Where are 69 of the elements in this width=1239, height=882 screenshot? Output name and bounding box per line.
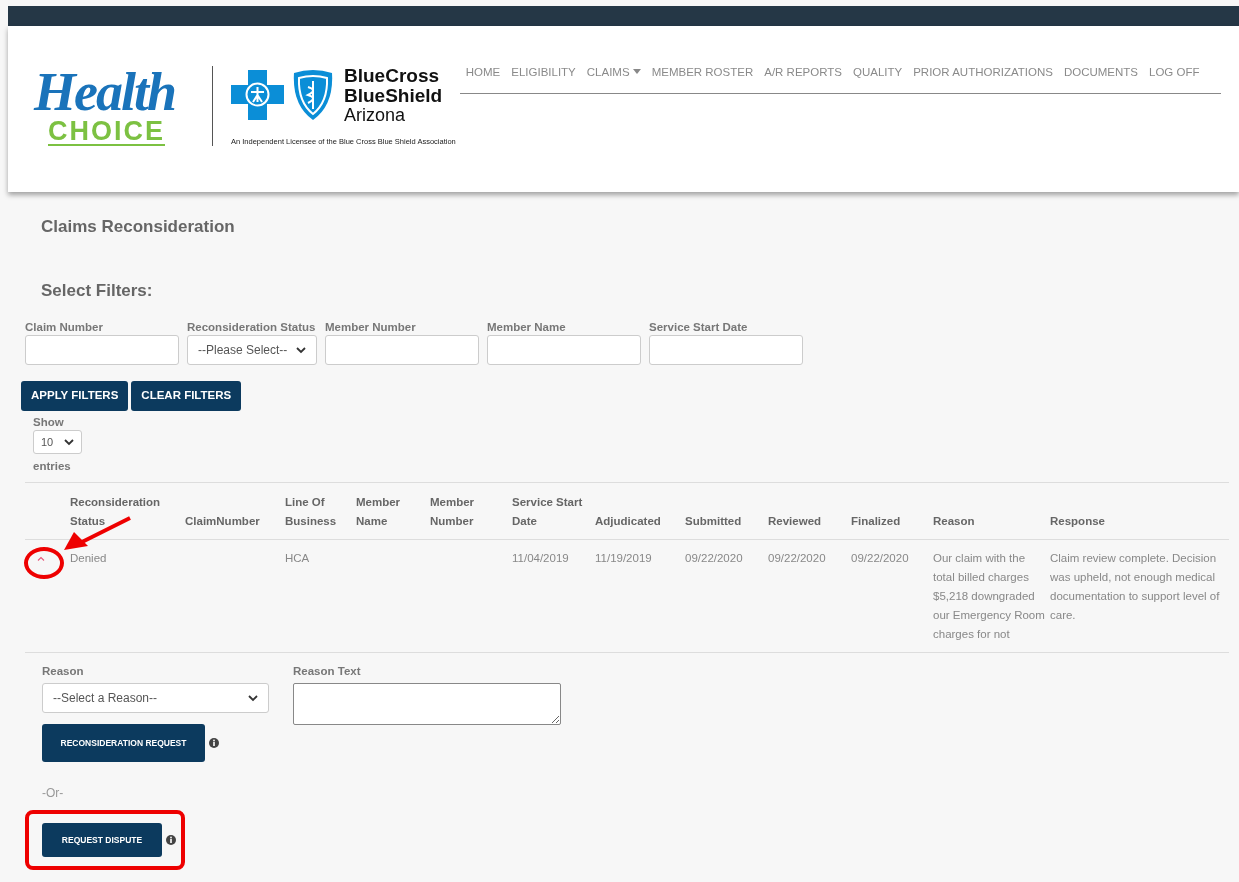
- nav-link[interactable]: LOG OFF: [1149, 64, 1200, 82]
- caret-icon: [248, 694, 258, 702]
- page-title: Claims Reconsideration: [41, 216, 236, 238]
- caret-icon: [296, 346, 306, 354]
- caret-icon: [64, 438, 74, 446]
- reconsideration-request-button[interactable]: RECONSIDERATION REQUEST: [42, 724, 205, 762]
- shield-icon: [292, 69, 334, 121]
- filter-button[interactable]: APPLY FILTERS: [21, 381, 129, 411]
- table-cell: Claim review complete. Decision was upheld, not enough medical documentation to support level of care.: [1050, 539, 1229, 653]
- column-header[interactable]: Reconsideration Status: [70, 482, 185, 540]
- nav-link[interactable]: DOCUMENTS: [1063, 64, 1139, 82]
- column-header[interactable]: Line Of Business: [285, 482, 356, 540]
- column-header[interactable]: Response: [1050, 482, 1229, 540]
- column-header[interactable]: ClaimNumber: [185, 482, 285, 540]
- table-cell: 09/22/2020: [685, 539, 768, 653]
- nav-link[interactable]: A/R REPORTS: [764, 64, 842, 82]
- column-header[interactable]: Member Name: [356, 482, 430, 540]
- caret-icon: [632, 69, 641, 74]
- brand-name: BlueCross: [344, 66, 441, 86]
- page-size-dropdown[interactable]: 10: [33, 430, 82, 454]
- brand-region: Arizona: [344, 106, 407, 124]
- table-cell: 11/04/2019: [512, 539, 595, 653]
- nav-link[interactable]: PRIOR AUTHORIZATIONS: [913, 64, 1053, 82]
- field-label: Service Start Date: [649, 320, 749, 335]
- nav-link[interactable]: HOME: [465, 64, 501, 82]
- entries-label: entries: [33, 459, 72, 474]
- column-header[interactable]: Adjudicated: [595, 482, 685, 540]
- logo-wordmark: Health: [34, 66, 176, 118]
- status-dropdown[interactable]: --Please Select--: [187, 335, 317, 365]
- column-header[interactable]: Service Start Date: [512, 482, 595, 540]
- column-header[interactable]: Reason: [933, 482, 1050, 540]
- column-header[interactable]: Reviewed: [768, 482, 851, 540]
- table-cell: 09/22/2020: [768, 539, 851, 653]
- info-icon: [209, 738, 219, 748]
- show-label: Show: [33, 415, 65, 430]
- column-header[interactable]: Member Number: [430, 482, 512, 540]
- input-field[interactable]: [487, 335, 641, 365]
- separator-text: -Or-: [42, 785, 65, 802]
- annotation-arrow: [62, 516, 132, 552]
- highlight-circle: [24, 547, 64, 579]
- logo-subtitle: CHOICE: [48, 118, 165, 146]
- table-cell: HCA: [285, 539, 356, 653]
- request-dispute-button[interactable]: REQUEST DISPUTE: [42, 823, 162, 857]
- reason-text-field[interactable]: [293, 683, 561, 725]
- filter-button[interactable]: CLEAR FILTERS: [131, 381, 242, 411]
- table-cell: 11/19/2019: [595, 539, 685, 653]
- section-heading: Select Filters:: [41, 279, 154, 302]
- info-icon: [166, 835, 176, 845]
- input-field[interactable]: [649, 335, 803, 365]
- input-field[interactable]: [325, 335, 479, 365]
- reason-dropdown[interactable]: --Select a Reason--: [42, 683, 269, 713]
- input-field[interactable]: [25, 335, 179, 365]
- field-label: Claim Number: [25, 320, 104, 335]
- column-header[interactable]: Finalized: [851, 482, 933, 540]
- table-cell: Denied: [70, 539, 185, 653]
- column-header[interactable]: Submitted: [685, 482, 768, 540]
- field-label: Member Number: [325, 320, 417, 335]
- field-label: Reconsideration Status: [187, 320, 317, 335]
- field-label: Reason Text: [293, 664, 362, 679]
- nav-link[interactable]: CLAIMS: [586, 64, 641, 82]
- nav-link[interactable]: ELIGIBILITY: [511, 64, 576, 82]
- field-label: Member Name: [487, 320, 567, 335]
- field-label: Reason: [42, 664, 85, 679]
- nav-link[interactable]: QUALITY: [852, 64, 903, 82]
- table-cell: Our claim with the total billed charges $5,218 downgraded our Emergency Room charges for not: [933, 539, 1050, 653]
- brand-name: BlueShield: [344, 86, 443, 106]
- cross-icon: [231, 70, 286, 120]
- table-cell: 09/22/2020: [851, 539, 933, 653]
- nav-link[interactable]: MEMBER ROSTER: [651, 64, 754, 82]
